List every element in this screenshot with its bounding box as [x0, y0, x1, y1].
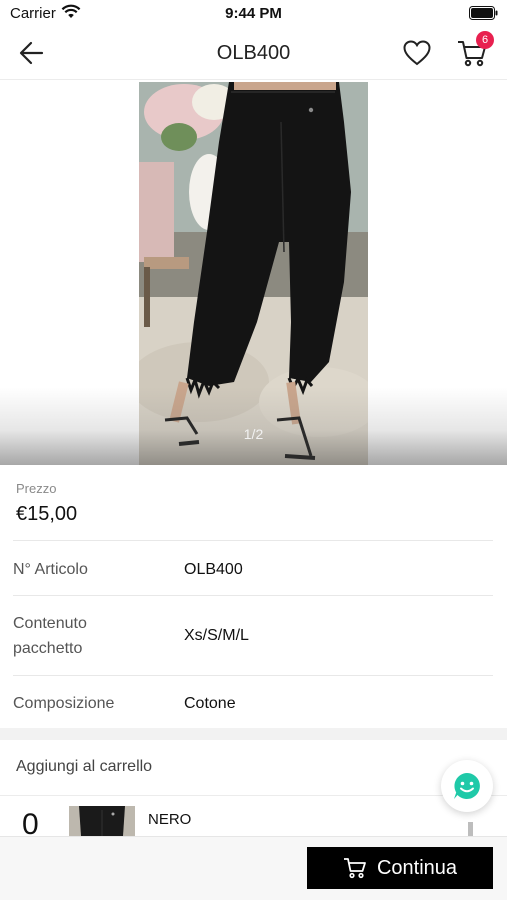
scrollbar[interactable]: [468, 822, 473, 836]
cart-count-badge: 6: [476, 31, 494, 49]
section-separator: [0, 728, 507, 740]
continue-button[interactable]: Continua: [307, 847, 493, 889]
spec-label: N° Articolo: [13, 561, 88, 578]
spec-row-composition: Composizione Cotone: [13, 675, 493, 728]
bottom-bar: Continua: [0, 836, 507, 900]
divider: [0, 795, 507, 796]
cart-icon: [343, 857, 367, 879]
spec-label: Composizione: [13, 695, 115, 712]
favorite-heart-icon[interactable]: [402, 39, 432, 67]
battery-icon: [469, 6, 499, 20]
price-value: €15,00: [16, 503, 78, 525]
spec-row-package: Contenuto pacchetto Xs/S/M/L: [13, 595, 493, 675]
status-bar: Carrier 9:44 PM: [0, 0, 507, 28]
spec-value: Xs/S/M/L: [184, 627, 249, 644]
spec-value: OLB400: [184, 561, 243, 578]
spec-label: pacchetto: [13, 640, 83, 657]
chat-smiley-icon: [452, 771, 482, 801]
variant-thumbnail: [69, 806, 135, 836]
price-label: Prezzo: [16, 481, 57, 496]
variant-name: NERO: [148, 811, 192, 828]
add-to-cart-title: Aggiungi al carrello: [16, 758, 153, 775]
spec-label: Contenuto: [13, 615, 87, 632]
price-section: Prezzo €15,00: [0, 465, 507, 540]
product-gallery[interactable]: 1/2: [0, 82, 507, 465]
clock: 9:44 PM: [225, 5, 282, 22]
nav-bar: OLB400 6: [0, 28, 507, 80]
gallery-page-indicator: 1/2: [243, 426, 264, 442]
chat-button[interactable]: [441, 760, 493, 812]
spec-row-article: N° Articolo OLB400: [13, 540, 493, 595]
spec-value: Cotone: [184, 695, 236, 712]
continue-label: Continua: [376, 856, 458, 879]
